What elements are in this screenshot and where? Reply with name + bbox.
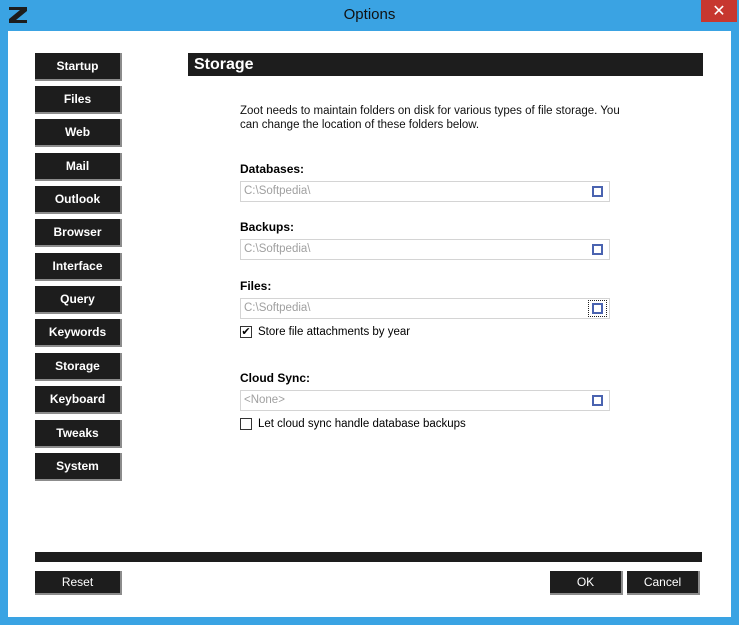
cloud-sync-field[interactable]: <None> [240, 390, 610, 411]
browse-folder-icon[interactable] [592, 303, 603, 314]
window-title: Options [343, 6, 396, 23]
databases-label: Databases: [240, 162, 305, 176]
storage-description: Zoot needs to maintain folders on disk f… [240, 105, 620, 131]
sidebar-item-files[interactable]: Files [35, 86, 122, 114]
footer-divider [35, 552, 702, 562]
ok-button[interactable]: OK [550, 571, 623, 595]
reset-button[interactable]: Reset [35, 571, 122, 595]
cloud-backups-label: Let cloud sync handle database backups [258, 418, 466, 430]
options-window: Options ✕ Startup Files Web Mail Outlook… [0, 0, 739, 625]
databases-path-value: C:\Softpedia\ [244, 185, 311, 197]
cloud-backups-row[interactable]: Let cloud sync handle database backups [240, 418, 466, 430]
title-bar[interactable]: Options ✕ [0, 0, 739, 31]
cloud-sync-value: <None> [244, 394, 285, 406]
cancel-button[interactable]: Cancel [627, 571, 700, 595]
sidebar-item-browser[interactable]: Browser [35, 219, 122, 247]
sidebar-item-tweaks[interactable]: Tweaks [35, 420, 122, 448]
cloud-sync-label: Cloud Sync: [240, 371, 311, 385]
sidebar-item-keywords[interactable]: Keywords [35, 319, 122, 347]
backups-path-value: C:\Softpedia\ [244, 243, 311, 255]
backups-label: Backups: [240, 220, 295, 234]
cloud-backups-checkbox[interactable] [240, 418, 252, 430]
sidebar-item-system[interactable]: System [35, 453, 122, 481]
store-by-year-label: Store file attachments by year [258, 326, 411, 338]
sidebar-item-web[interactable]: Web [35, 119, 122, 147]
browse-folder-icon[interactable] [592, 244, 603, 255]
sidebar-item-outlook[interactable]: Outlook [35, 186, 122, 214]
section-header: Storage [188, 53, 703, 76]
files-label: Files: [240, 279, 272, 293]
files-path-field[interactable]: C:\Softpedia\ [240, 298, 610, 319]
backups-path-field[interactable]: C:\Softpedia\ [240, 239, 610, 260]
files-path-value: C:\Softpedia\ [244, 302, 311, 314]
close-button[interactable]: ✕ [701, 0, 737, 22]
sidebar-item-mail[interactable]: Mail [35, 153, 122, 181]
sidebar-item-startup[interactable]: Startup [35, 53, 122, 81]
store-by-year-row[interactable]: ✔ Store file attachments by year [240, 326, 410, 338]
sidebar-item-query[interactable]: Query [35, 286, 122, 314]
sidebar-item-interface[interactable]: Interface [35, 253, 122, 281]
browse-folder-icon[interactable] [592, 186, 603, 197]
browse-folder-icon[interactable] [592, 395, 603, 406]
client-area: Startup Files Web Mail Outlook Browser I… [8, 31, 731, 617]
sidebar-item-storage[interactable]: Storage [35, 353, 122, 381]
store-by-year-checkbox[interactable]: ✔ [240, 326, 252, 338]
sidebar-item-keyboard[interactable]: Keyboard [35, 386, 122, 414]
databases-path-field[interactable]: C:\Softpedia\ [240, 181, 610, 202]
